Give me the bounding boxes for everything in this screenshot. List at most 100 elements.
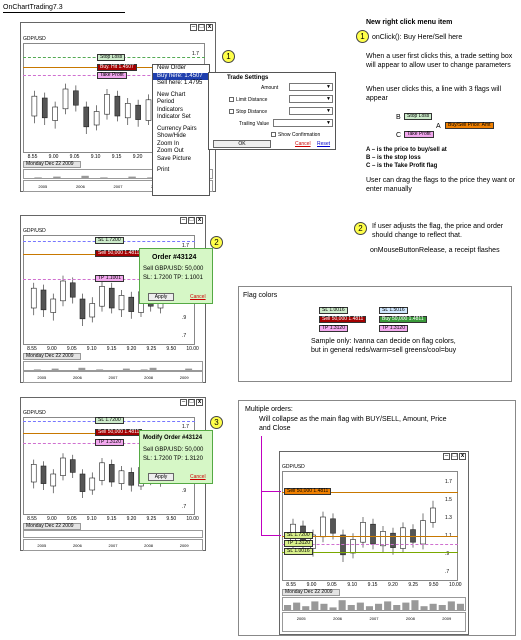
flag-stop-loss[interactable]: SL 1.7200: [95, 237, 124, 244]
multiple-title: Multiple orders:: [245, 406, 293, 413]
order-title: Modify Order #43124: [143, 435, 203, 441]
volume-bar: [302, 606, 310, 610]
flag-take-profit[interactable]: Take Profit: [97, 72, 127, 79]
x-tick-label: 10.00: [449, 582, 462, 588]
candle-body: [60, 457, 66, 476]
stop-select[interactable]: ▼: [289, 107, 333, 115]
menu-item[interactable]: Indicators: [153, 107, 209, 115]
flag-order-4[interactable]: SL 1.0016: [284, 548, 313, 555]
volume-bar: [411, 600, 419, 610]
limit-checkbox[interactable]: [229, 97, 234, 102]
apply-button[interactable]: Apply: [148, 473, 174, 481]
x-axis: 8.55 9.00 9.05 9.10 9.15 9.20 9.25 9.50 10.00: [281, 582, 467, 589]
minimize-icon[interactable]: –: [180, 217, 187, 224]
volume-bar: [338, 600, 346, 610]
legend-c-text: C – is the Take Profit flag: [366, 163, 438, 169]
menu-item[interactable]: Zoom In: [153, 141, 209, 149]
reset-link[interactable]: Reset: [317, 141, 330, 147]
candle-body: [108, 464, 115, 483]
multiple-desc: Will collapse as the main flag with BUY/…: [259, 416, 447, 432]
menu-item[interactable]: Print: [153, 167, 209, 175]
volume-bar: [128, 176, 136, 178]
x-tick-label: 9.25: [408, 582, 419, 588]
ok-button[interactable]: OK: [213, 140, 271, 148]
volume-bar: [329, 607, 337, 610]
menu-item[interactable]: New Order: [153, 65, 209, 73]
symbol-label: GDP/USD: [23, 410, 46, 416]
menu-item[interactable]: Sell here: 1.4795: [153, 80, 209, 88]
year-label: 2007: [369, 616, 379, 621]
close-icon[interactable]: x: [459, 453, 466, 460]
x-tick-label: 9.00: [48, 154, 59, 160]
title-underline: [3, 12, 125, 13]
menu-item[interactable]: Buy here: 1.4507: [153, 72, 209, 80]
menu-item[interactable]: Zoom Out: [153, 148, 209, 156]
close-icon[interactable]: x: [196, 399, 203, 406]
flag-take-profit[interactable]: TP 1.1001: [95, 275, 124, 282]
maximize-icon[interactable]: □: [188, 217, 195, 224]
order-line1: Sell GBP/USD: 50,000: [143, 266, 204, 272]
maximize-icon[interactable]: □: [198, 24, 205, 31]
year-label: 2007: [108, 375, 118, 380]
x-tick-label: 8.55: [286, 582, 297, 588]
flag-stop-loss[interactable]: SL 1.7200: [95, 417, 124, 424]
flag-buy[interactable]: Buy. Hit 1.4507: [97, 64, 137, 71]
candle-body: [118, 295, 125, 311]
maximize-icon[interactable]: □: [451, 453, 458, 460]
step-badge-2: 2: [210, 236, 223, 249]
flag-colors-sample: Sample only: Ivanna can decide on flag c…: [311, 338, 457, 354]
minimize-icon[interactable]: –: [443, 453, 450, 460]
volume-bar: [365, 606, 373, 610]
cancel-link[interactable]: Cancel: [295, 141, 311, 147]
menu-item[interactable]: Show/Hide: [153, 133, 209, 141]
x-tick-label: 9.20: [126, 346, 137, 352]
flag-sell[interactable]: Sell 50,000 1.4811: [95, 429, 143, 436]
note1-p2: When user clicks this, a line with 3 fla…: [366, 86, 501, 102]
flag-order-3[interactable]: TP 1.3120: [284, 540, 313, 547]
menu-item[interactable]: Indicator Set: [153, 114, 209, 122]
flag-order-2[interactable]: SL 1.7200: [284, 532, 313, 539]
close-icon[interactable]: x: [206, 24, 213, 31]
menu-item[interactable]: Currency Pairs: [153, 126, 209, 134]
show-confirmation-checkbox[interactable]: [271, 132, 276, 137]
order-line2: SL: 1.7200 TP: 1.1001: [143, 275, 203, 281]
menu-item[interactable]: Period: [153, 99, 209, 107]
menu-item[interactable]: New Chart: [153, 92, 209, 100]
sample-buy-flag: Buy 50,000 1.4811: [379, 316, 427, 323]
close-icon[interactable]: x: [196, 217, 203, 224]
year-label: 2005: [296, 616, 306, 621]
x-tick-label: 9.05: [66, 516, 77, 522]
order-receipt: Order #43124 Sell GBP/USD: 50,000 SL: 1.…: [139, 248, 213, 304]
date-label: Monday Dec 22 2009: [23, 161, 81, 168]
volume-bar: [320, 603, 328, 610]
candle-body: [99, 462, 105, 481]
menu-item[interactable]: Save Picture: [153, 156, 209, 164]
flag-sell[interactable]: Sell 50,000 1.4811: [95, 250, 143, 257]
cancel-link[interactable]: Cancel: [190, 294, 206, 300]
x-tick-label: 9.00: [306, 582, 317, 588]
x-tick-label: 8.55: [27, 516, 37, 522]
chart-window-4: – □ x GDP/USD 1.7 1.5 1.3 1.1.9.7 8.55 9.00 9…: [279, 451, 469, 635]
candle-body: [330, 518, 336, 534]
stop-checkbox[interactable]: [229, 109, 234, 114]
note1-p1: When a user first clicks this, a trade s…: [366, 53, 513, 69]
minimize-icon[interactable]: –: [180, 399, 187, 406]
limit-select[interactable]: ▼: [289, 95, 333, 103]
flag-order-1[interactable]: Sell 50,000 1.4811: [284, 488, 332, 495]
apply-button[interactable]: Apply: [148, 293, 174, 301]
step-badge-3: 3: [210, 416, 223, 429]
candle-body: [41, 97, 48, 119]
candle-body: [30, 287, 37, 309]
minimize-icon[interactable]: –: [190, 24, 197, 31]
volume-bar: [456, 603, 464, 610]
candle-body: [73, 90, 79, 106]
maximize-icon[interactable]: □: [188, 399, 195, 406]
y-tick-label: 1.3: [445, 515, 452, 521]
flag-stop-loss[interactable]: Stop Loss: [97, 54, 126, 61]
amount-select[interactable]: ▼: [289, 83, 333, 91]
flag-take-profit[interactable]: TP 1.3120: [95, 439, 124, 446]
trailing-select[interactable]: ▼: [273, 119, 333, 127]
y-tick-label: .7: [182, 504, 186, 510]
amount-label: Amount: [261, 85, 279, 91]
cancel-link[interactable]: Cancel: [190, 474, 206, 480]
